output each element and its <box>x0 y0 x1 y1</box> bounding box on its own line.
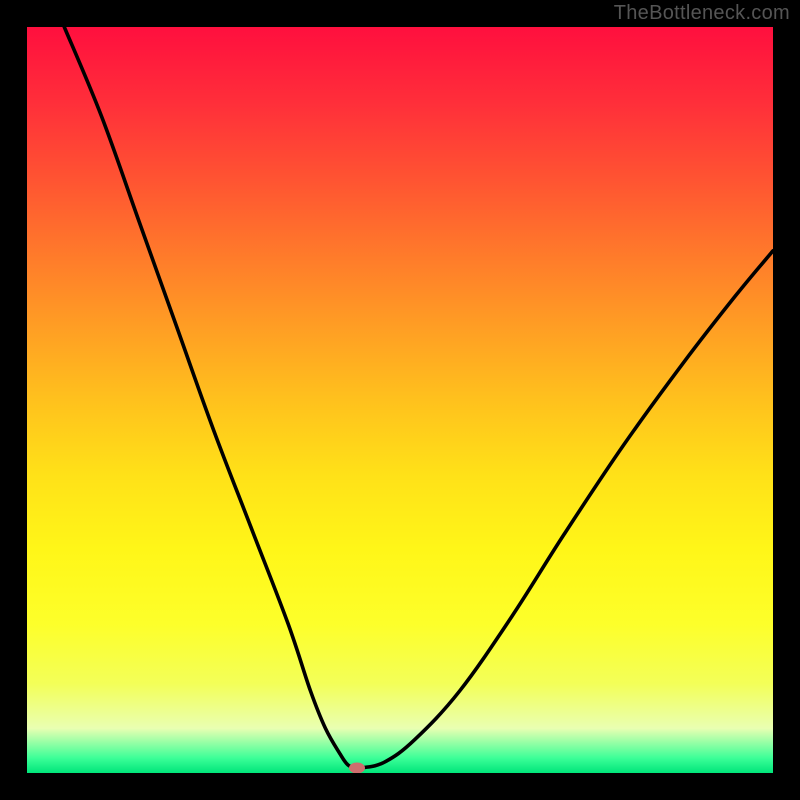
optimal-point-marker <box>349 762 365 773</box>
bottleneck-curve <box>27 27 773 773</box>
plot-area <box>27 27 773 773</box>
watermark-text: TheBottleneck.com <box>614 2 790 25</box>
chart-frame: TheBottleneck.com <box>0 0 800 800</box>
